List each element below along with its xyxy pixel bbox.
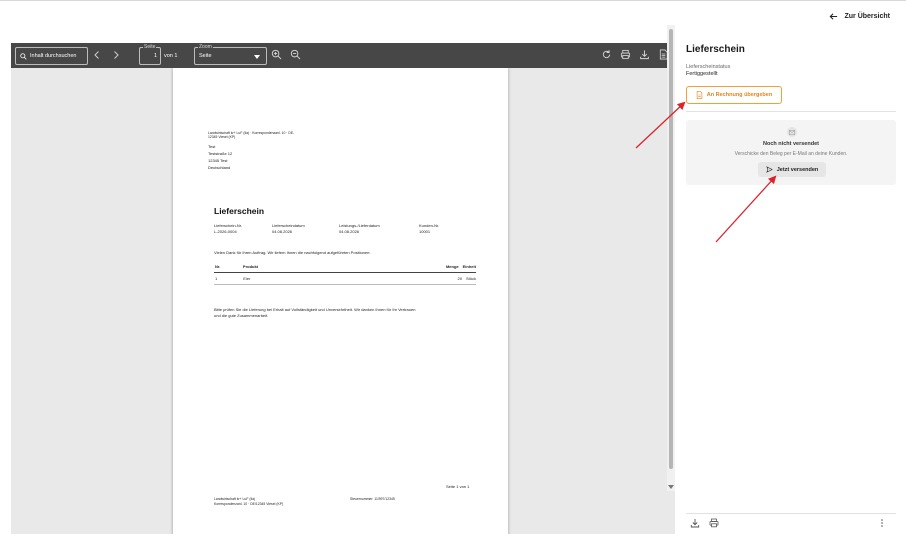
back-to-overview-link[interactable]: Zur Übersicht bbox=[829, 12, 890, 21]
zoom-in-icon[interactable] bbox=[271, 49, 282, 60]
recipient-line: Teststraße 12 bbox=[208, 151, 233, 156]
table-cell: 1 bbox=[215, 275, 218, 281]
table-header: Nr. bbox=[215, 264, 221, 269]
sender-line: 12345 Viesel (KP) bbox=[208, 135, 236, 139]
document-title: Lieferschein bbox=[214, 206, 265, 216]
more-icon[interactable] bbox=[877, 518, 887, 528]
table-cell: Eier bbox=[243, 275, 251, 281]
pdf-page: Landwirtschaft kr+ LuF (Ila) · Korrespon… bbox=[173, 68, 508, 534]
send-status-subtitle: Verschicke den Beleg per E-Mail an deine… bbox=[734, 151, 848, 157]
chevron-down-icon bbox=[254, 55, 260, 59]
meta-field: Lieferschein-Nr. L-2026-0004 bbox=[214, 223, 243, 234]
page-footer-number: Seite 1 von 1 bbox=[446, 484, 470, 489]
annotation-arrow bbox=[715, 175, 777, 243]
scrollbar-thumb[interactable] bbox=[669, 29, 673, 469]
page-number-value: 1 bbox=[153, 53, 157, 59]
scroll-down-icon[interactable] bbox=[668, 485, 674, 489]
transfer-to-invoice-label: An Rechnung übergeben bbox=[706, 92, 773, 98]
download-icon[interactable] bbox=[690, 518, 700, 528]
table-header: Menge bbox=[445, 264, 459, 269]
search-icon bbox=[20, 52, 27, 60]
footer-company: Landwirtschaft kr+ LuF (Ila) bbox=[214, 497, 256, 501]
zoom-value: Seite bbox=[199, 53, 212, 59]
page-number-input[interactable]: Seite 1 bbox=[139, 44, 161, 65]
download-icon[interactable] bbox=[639, 49, 650, 60]
meta-field: Lieferscheindatum 04.08.2026 bbox=[272, 223, 305, 234]
positions-table: Nr. Produkt Menge Einheit 1 Eier 20 Stüc… bbox=[214, 261, 476, 285]
pdf-viewer: Inhalt durchsuchen Seite 1 von 1 Zoom Se… bbox=[11, 43, 675, 534]
back-link-label: Zur Übersicht bbox=[844, 13, 890, 20]
table-cell: Stück bbox=[466, 275, 477, 281]
mail-icon bbox=[787, 127, 797, 137]
send-icon bbox=[765, 166, 773, 173]
rotate-icon[interactable] bbox=[601, 49, 612, 60]
send-status-card: Noch nicht versendet Verschicke den Bele… bbox=[686, 120, 896, 185]
panel-footer-divider bbox=[686, 513, 896, 514]
recipient-line: Test bbox=[208, 144, 216, 149]
footer-address: Korrespondenzanl. 10 · DE/12345 Viesel (… bbox=[214, 502, 284, 506]
meta-field: Leistungs-/Lieferdatum 04.08.2026 bbox=[339, 223, 380, 234]
table-header: Produkt bbox=[242, 264, 259, 269]
status-value: Fertiggestellt bbox=[686, 71, 718, 77]
panel-title: Lieferschein bbox=[686, 44, 745, 55]
arrow-left-icon bbox=[830, 13, 838, 20]
table-cell: 20 bbox=[457, 275, 462, 281]
table-header-row: Nr. Produkt Menge Einheit bbox=[214, 261, 476, 272]
table-row: 1 Eier 20 Stück bbox=[214, 273, 476, 284]
viewer-toolbar: Inhalt durchsuchen Seite 1 von 1 Zoom Se… bbox=[11, 43, 675, 68]
status-label: Lieferscheinstatus bbox=[686, 64, 731, 70]
search-input[interactable]: Inhalt durchsuchen bbox=[15, 47, 88, 65]
send-now-button[interactable]: Jetzt versenden bbox=[758, 162, 826, 177]
scrollbar[interactable] bbox=[667, 25, 675, 491]
send-now-label: Jetzt versenden bbox=[776, 166, 819, 173]
zoom-select[interactable]: Zoom Seite bbox=[194, 44, 267, 65]
closing-text: Bitte prüfen Sie die Lieferung bei Erhal… bbox=[214, 307, 416, 312]
pdf-scroll-area[interactable]: Landwirtschaft kr+ LuF (Ila) · Korrespon… bbox=[11, 68, 675, 534]
recipient-line: Deutschland bbox=[208, 165, 231, 170]
zoom-legend: Zoom bbox=[198, 44, 213, 50]
file-pdf-icon bbox=[696, 91, 703, 99]
closing-text: und die gute Zusammenarbeit. bbox=[214, 313, 269, 318]
footer-tax-number: Steuernummer: 11/997/12345 bbox=[350, 497, 395, 501]
print-icon[interactable] bbox=[709, 518, 719, 528]
chevron-left-icon[interactable] bbox=[92, 50, 102, 60]
panel-divider bbox=[686, 111, 896, 112]
meta-field: Kunden-Nr. 10001 bbox=[419, 223, 440, 234]
page-legend: Seite bbox=[143, 44, 157, 50]
table-rule bbox=[214, 283, 476, 285]
table-header: Einheit bbox=[462, 264, 476, 269]
intro-text: Vielen Dank für Ihren Auftrag. Wir liefe… bbox=[214, 250, 371, 255]
transfer-to-invoice-button[interactable]: An Rechnung übergeben bbox=[686, 86, 782, 104]
page-total-label: von 1 bbox=[164, 53, 178, 59]
search-placeholder: Inhalt durchsuchen bbox=[30, 53, 77, 59]
print-icon[interactable] bbox=[620, 49, 631, 60]
zoom-out-icon[interactable] bbox=[290, 49, 301, 60]
chevron-right-icon[interactable] bbox=[111, 50, 121, 60]
recipient-line: 12345 Test bbox=[208, 158, 228, 163]
send-status-title: Noch nicht versendet bbox=[763, 141, 819, 147]
top-divider bbox=[0, 0, 906, 1]
